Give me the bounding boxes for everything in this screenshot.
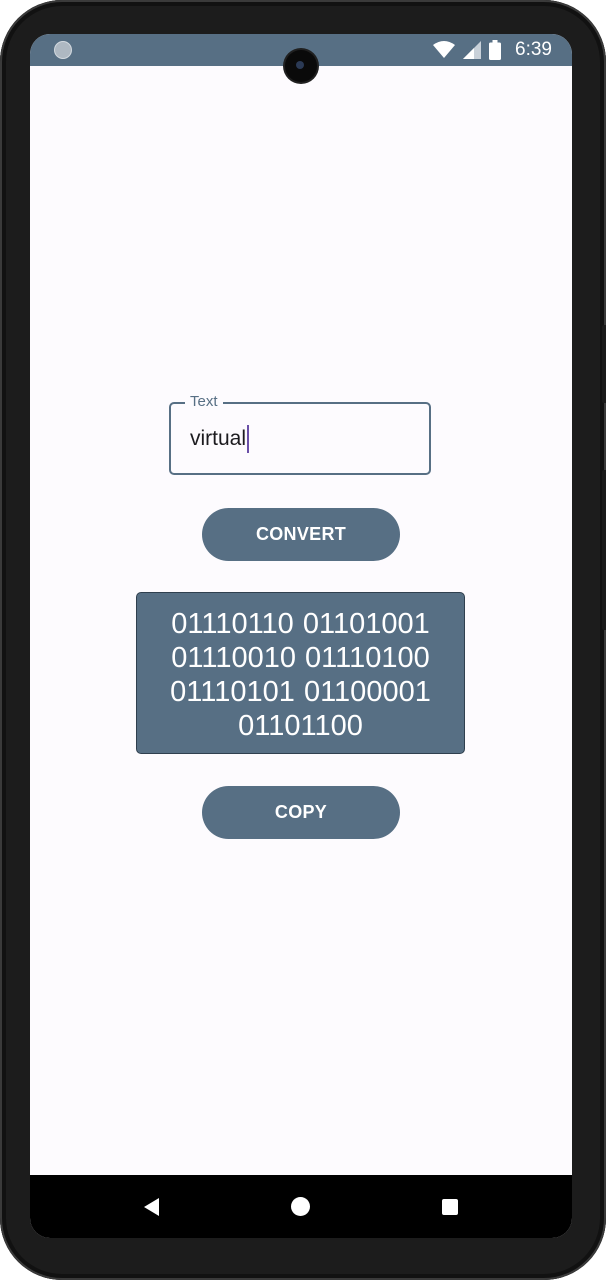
- binary-output-line: 01110010 01110100: [171, 642, 430, 674]
- text-cursor: [247, 425, 250, 453]
- circle-icon: [54, 41, 72, 59]
- home-icon[interactable]: [291, 1197, 310, 1216]
- copy-button[interactable]: COPY: [202, 786, 400, 839]
- binary-output-line: 01110101 01100001: [170, 676, 431, 708]
- text-input-value: virtual: [190, 427, 247, 450]
- text-input-field[interactable]: Text virtual: [169, 393, 431, 475]
- binary-output-line: 01101100: [238, 710, 363, 742]
- convert-button[interactable]: CONVERT: [202, 508, 400, 561]
- phone-frame: 6:39 Text virtual CONVERT 01110110 01101…: [0, 0, 606, 1280]
- back-icon[interactable]: [144, 1198, 159, 1216]
- status-time: 6:39: [515, 39, 552, 60]
- battery-icon: [489, 40, 502, 60]
- power-button[interactable]: [602, 325, 606, 403]
- signal-icon: [463, 41, 482, 59]
- text-field-label: Text: [185, 393, 223, 411]
- wifi-icon: [433, 41, 456, 58]
- recents-icon[interactable]: [442, 1199, 458, 1215]
- binary-output: 01110110 01101001 01110010 01110100 0111…: [136, 592, 465, 754]
- text-input[interactable]: virtual: [190, 424, 250, 454]
- volume-button[interactable]: [602, 470, 606, 630]
- front-camera: [285, 50, 317, 82]
- navigation-bar: [30, 1175, 572, 1238]
- status-icons: 6:39: [433, 34, 552, 66]
- screen: 6:39 Text virtual CONVERT 01110110 01101…: [30, 34, 572, 1238]
- binary-output-line: 01110110 01101001: [171, 608, 430, 640]
